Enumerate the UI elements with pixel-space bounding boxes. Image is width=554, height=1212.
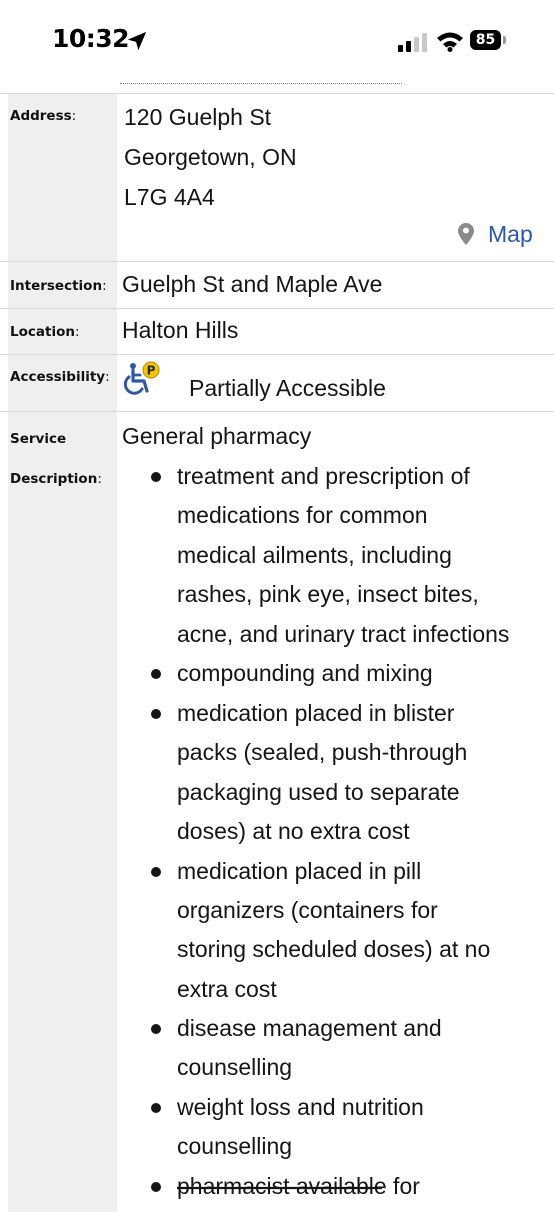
list-item-line: packs (sealed, push-through bbox=[177, 739, 468, 765]
info-table: Address: 120 Guelph St Georgetown, ON L7… bbox=[0, 93, 554, 1212]
description-label: Description: bbox=[10, 471, 102, 487]
address-city: Georgetown, ON bbox=[124, 144, 297, 170]
list-item-line: doses) at no extra cost bbox=[177, 818, 410, 844]
list-item-line: rashes, pink eye, insect bites, bbox=[177, 581, 479, 607]
dotted-link-underline bbox=[120, 83, 402, 84]
list-item-line: treatment and prescription of bbox=[177, 463, 470, 489]
list-item-line: disease management and bbox=[177, 1015, 442, 1041]
list-item-line: extra cost bbox=[177, 976, 277, 1002]
wheelchair-icon: P bbox=[123, 361, 160, 395]
location-value: Halton Hills bbox=[122, 317, 239, 343]
intersection-row: Intersection: Guelph St and Maple Ave bbox=[0, 261, 554, 308]
accessibility-row: Accessibility: P Partially Accessible bbox=[0, 354, 554, 411]
bullet-icon bbox=[151, 669, 161, 679]
service-label: Service bbox=[10, 431, 67, 447]
list-item-line: medication placed in blister bbox=[177, 700, 455, 726]
bullet-icon bbox=[151, 472, 161, 482]
wifi-icon bbox=[437, 32, 463, 52]
address-street: 120 Guelph St bbox=[124, 104, 272, 130]
list-item-line: storing scheduled doses) at no bbox=[177, 936, 491, 962]
service-intro: General pharmacy bbox=[122, 423, 312, 449]
bullet-icon bbox=[151, 1182, 161, 1192]
address-row: Address: 120 Guelph St Georgetown, ON L7… bbox=[0, 93, 554, 261]
bullet-icon bbox=[151, 1103, 161, 1113]
address-label: Address: bbox=[10, 108, 77, 124]
accessibility-value: Partially Accessible bbox=[189, 375, 386, 401]
strikethrough-mark bbox=[177, 1186, 382, 1190]
signal-icon bbox=[398, 33, 427, 52]
accessibility-label: Accessibility: bbox=[10, 369, 110, 385]
location-arrow-icon bbox=[127, 31, 147, 51]
map-pin-icon bbox=[458, 223, 474, 245]
battery-level: 85 bbox=[470, 30, 501, 50]
status-time: 10:32 bbox=[52, 24, 130, 53]
label-cell bbox=[8, 412, 117, 1212]
intersection-value: Guelph St and Maple Ave bbox=[122, 271, 383, 297]
list-item-line: packaging used to separate bbox=[177, 779, 460, 805]
bullet-icon bbox=[151, 867, 161, 877]
list-item-line: acne, and urinary tract infections bbox=[177, 621, 510, 647]
location-label: Location: bbox=[10, 324, 80, 340]
list-item-line: medical ailments, including bbox=[177, 542, 452, 568]
svg-text:P: P bbox=[147, 364, 156, 378]
service-description-row: Service Description: General pharmacy bbox=[0, 411, 554, 1212]
map-link-label[interactable]: Map bbox=[488, 221, 533, 248]
list-item-line: weight loss and nutrition bbox=[177, 1094, 424, 1120]
bullet-icon bbox=[151, 1024, 161, 1034]
intersection-label: Intersection: bbox=[10, 278, 107, 294]
status-bar: 10:32 85 bbox=[0, 0, 554, 80]
list-item-line: compounding and mixing bbox=[177, 660, 433, 686]
address-postal-code: L7G 4A4 bbox=[124, 184, 215, 210]
battery-tip bbox=[503, 36, 506, 44]
list-item-line: medication placed in pill bbox=[177, 858, 422, 884]
list-item-line: counselling bbox=[177, 1133, 293, 1159]
location-row: Location: Halton Hills bbox=[0, 308, 554, 354]
bullet-icon bbox=[151, 709, 161, 719]
battery-icon: 85 bbox=[470, 30, 508, 52]
list-item-line: counselling bbox=[177, 1054, 293, 1080]
list-item-line: organizers (containers for bbox=[177, 897, 438, 923]
list-item-line: medications for common bbox=[177, 502, 428, 528]
